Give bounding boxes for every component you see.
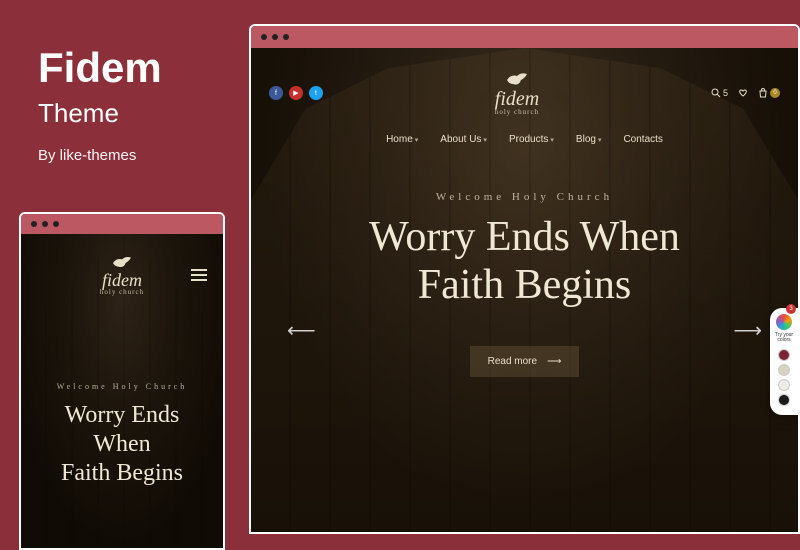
slider-next-button[interactable]: ⟶ xyxy=(733,318,762,343)
heart-icon xyxy=(738,88,748,98)
search-button[interactable]: 5 xyxy=(711,88,728,98)
cart-badge: 0 xyxy=(770,88,780,98)
color-swatch[interactable] xyxy=(778,394,790,406)
hero-eyebrow: Welcome Holy Church xyxy=(57,382,188,391)
color-swatch[interactable] xyxy=(778,364,790,376)
nav-item-blog[interactable]: Blog xyxy=(576,134,602,145)
nav-item-home[interactable]: Home xyxy=(386,134,418,145)
logo-text: fidem xyxy=(102,272,142,288)
social-links: f ▶ t xyxy=(269,86,323,100)
arrow-right-icon: ⟶ xyxy=(547,356,561,367)
hero-section: f ▶ t fidem holy church 5 0 xyxy=(251,48,798,534)
nav-item-products[interactable]: Products xyxy=(509,134,554,145)
theme-author: By like-themes xyxy=(38,147,162,164)
window-titlebar xyxy=(21,214,223,234)
search-count: 5 xyxy=(723,88,728,98)
site-logo[interactable]: fidem holy church xyxy=(100,254,144,296)
hero-eyebrow: Welcome Holy Church xyxy=(436,191,613,203)
theme-title: Fidem xyxy=(38,44,162,92)
window-dot xyxy=(261,34,267,40)
twitter-icon[interactable]: t xyxy=(309,86,323,100)
youtube-icon[interactable]: ▶ xyxy=(289,86,303,100)
window-dot xyxy=(42,221,48,227)
hamburger-menu-button[interactable] xyxy=(191,269,207,281)
color-wheel-icon xyxy=(776,314,792,330)
window-dot xyxy=(272,34,278,40)
nav-item-about-us[interactable]: About Us xyxy=(440,134,487,145)
hero-title: Worry Ends WhenFaith Begins xyxy=(369,213,680,310)
color-swatch[interactable] xyxy=(778,349,790,361)
window-titlebar xyxy=(251,26,798,48)
cart-button[interactable]: 0 xyxy=(758,88,780,98)
hero-title: Worry Ends When Faith Begins xyxy=(51,401,193,487)
logo-tagline: holy church xyxy=(495,108,539,116)
mobile-preview-window: fidem holy church Welcome Holy Church Wo… xyxy=(19,212,225,550)
desktop-preview-window: f ▶ t fidem holy church 5 0 xyxy=(249,24,800,534)
dove-icon xyxy=(505,70,529,90)
panel-label: Try yourcolors xyxy=(775,333,793,343)
color-swatch[interactable] xyxy=(778,379,790,391)
read-more-button[interactable]: Read more ⟶ xyxy=(470,346,580,377)
bag-icon xyxy=(758,88,768,98)
theme-subtitle: Theme xyxy=(38,98,162,129)
window-dot xyxy=(53,221,59,227)
window-dot xyxy=(283,34,289,40)
mobile-hero: fidem holy church Welcome Holy Church Wo… xyxy=(21,234,223,550)
window-dot xyxy=(31,221,37,227)
facebook-icon[interactable]: f xyxy=(269,86,283,100)
search-icon xyxy=(711,88,721,98)
color-picker-panel[interactable]: 3 Try yourcolors xyxy=(770,308,798,415)
site-logo[interactable]: fidem holy church xyxy=(495,70,539,116)
logo-tagline: holy church xyxy=(100,288,144,296)
nav-item-contacts[interactable]: Contacts xyxy=(623,134,662,145)
panel-badge: 3 xyxy=(786,304,796,314)
logo-text: fidem xyxy=(495,90,539,108)
slider-prev-button[interactable]: ⟵ xyxy=(287,318,316,343)
wishlist-button[interactable] xyxy=(738,88,748,98)
main-nav: Home About Us Products Blog Contacts xyxy=(386,134,663,145)
